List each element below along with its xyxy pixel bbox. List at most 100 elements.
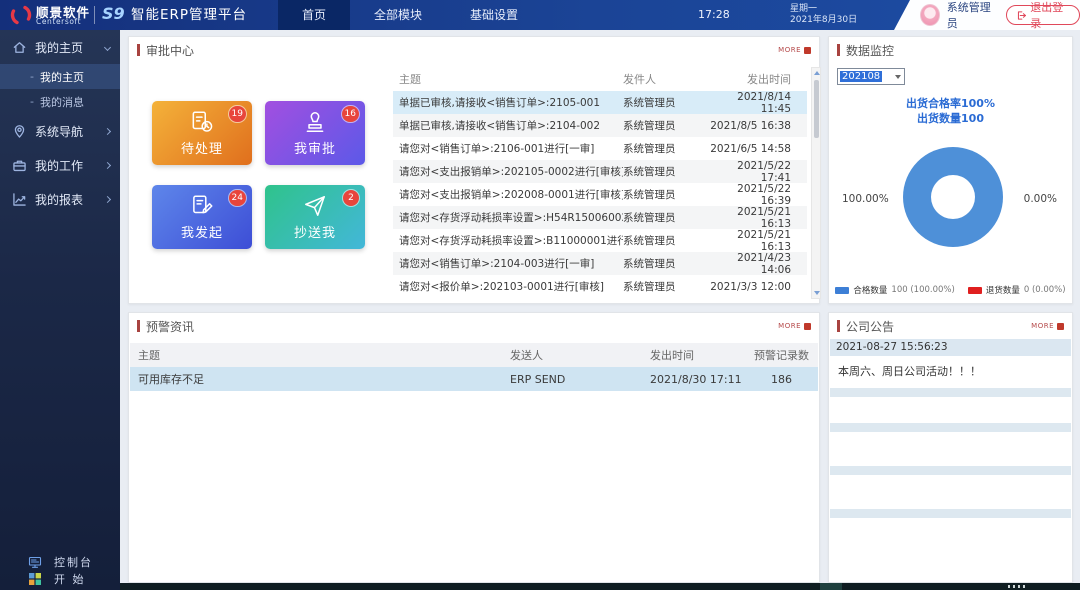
table-row[interactable]: 请您对<报价单>:202103-0001进行[审核] 系统管理员 2021/3/… bbox=[393, 275, 807, 298]
panel-title: 公司公告 bbox=[846, 318, 894, 335]
more-link[interactable]: MORE bbox=[778, 46, 811, 54]
tile-my-initiated[interactable]: 24 我发起 bbox=[152, 185, 252, 249]
home-icon bbox=[12, 40, 27, 55]
table-row[interactable]: 单据已审核,请接收<销售订单>:2104-002 系统管理员 2021/8/5 … bbox=[393, 114, 807, 137]
user-avatar[interactable] bbox=[920, 4, 940, 26]
tab-basic-settings[interactable]: 基础设置 bbox=[446, 0, 542, 30]
table-row[interactable]: 请您对<支出报销单>:202008-0001进行[审核] 系统管理员 2021/… bbox=[393, 183, 807, 206]
donut-hole bbox=[931, 175, 975, 219]
product-mark: S9 bbox=[102, 4, 125, 23]
scroll-up-icon[interactable] bbox=[814, 71, 820, 75]
legend-swatch-red bbox=[968, 287, 982, 294]
more-link[interactable]: MORE bbox=[778, 322, 811, 330]
pending-count-badge: 19 bbox=[229, 106, 246, 122]
announcement-datetime[interactable]: 2021-08-27 15:56:23 bbox=[830, 339, 1071, 356]
table-row[interactable]: 请您对<销售订单>:2104-003进行[一审] 系统管理员 2021/4/23… bbox=[393, 252, 807, 275]
my-approvals-count-badge: 16 bbox=[342, 106, 359, 122]
empty-row-band bbox=[830, 509, 1071, 518]
donut-right-label: 0.00% bbox=[1024, 193, 1057, 205]
sidebar: 我的主页 我的主页 我的消息 系统导航 我的工作 我的报表 控制台 bbox=[0, 30, 120, 590]
approval-table-header: 主题 发件人 发出时间 bbox=[393, 67, 807, 91]
announcement-panel: 公司公告 MORE 2021-08-27 15:56:23 本周六、周日公司活动… bbox=[828, 312, 1073, 583]
tile-cc-me[interactable]: 2 抄送我 bbox=[265, 185, 365, 249]
sidebar-item-my-reports[interactable]: 我的报表 bbox=[0, 182, 120, 216]
empty-row-band bbox=[830, 466, 1071, 475]
legend-item-return: 退货数量 0 (0.00%) bbox=[968, 284, 1066, 296]
shipment-qty-text: 出货数量100 bbox=[829, 110, 1072, 126]
logout-icon bbox=[1017, 10, 1027, 21]
logout-label: 退出登录 bbox=[1030, 0, 1069, 31]
more-link[interactable]: MORE bbox=[1031, 322, 1064, 330]
chevron-right-icon bbox=[104, 195, 111, 202]
main-nav: 首页 全部模块 基础设置 bbox=[278, 0, 542, 30]
approval-table: 主题 发件人 发出时间 单据已审核,请接收<销售订单>:2105-001 系统管… bbox=[393, 67, 807, 298]
title-accent-bar bbox=[137, 44, 140, 56]
user-area: 系统管理员 退出登录 bbox=[894, 0, 1080, 30]
table-row[interactable]: 请您对<存货浮动耗损率设置>:B11000001进行[审核] 系统管理员 202… bbox=[393, 229, 807, 252]
console-icon bbox=[28, 555, 42, 569]
company-logo-icon bbox=[10, 4, 32, 26]
date: 2021年8月30日 bbox=[790, 15, 857, 26]
tile-my-approvals[interactable]: 16 我审批 bbox=[265, 101, 365, 165]
date-block: 星期一 2021年8月30日 bbox=[790, 4, 857, 26]
table-row[interactable]: 可用库存不足 ERP SEND 2021/8/30 17:11 186 bbox=[130, 367, 818, 391]
scroll-down-icon[interactable] bbox=[814, 291, 820, 295]
panel-title: 审批中心 bbox=[146, 42, 194, 59]
title-accent-bar bbox=[837, 44, 840, 56]
alerts-table: 主题 发送人 发出时间 预警记录数 可用库存不足 ERP SEND 2021/8… bbox=[130, 343, 818, 391]
alerts-table-header: 主题 发送人 发出时间 预警记录数 bbox=[130, 343, 818, 367]
donut-left-label: 100.00% bbox=[842, 193, 889, 205]
more-icon bbox=[1057, 323, 1064, 330]
pass-rate-text: 出货合格率100% bbox=[829, 95, 1072, 111]
logout-button[interactable]: 退出登录 bbox=[1006, 5, 1080, 25]
sidebar-subitem-my-messages[interactable]: 我的消息 bbox=[0, 89, 120, 114]
console-button[interactable]: 控制台 bbox=[0, 553, 120, 570]
empty-row-band bbox=[830, 388, 1071, 397]
navigation-icon bbox=[12, 124, 27, 139]
chevron-down-icon bbox=[104, 43, 111, 50]
tab-home[interactable]: 首页 bbox=[278, 0, 350, 30]
announcement-header: 公司公告 MORE bbox=[829, 313, 1072, 339]
empty-row-band bbox=[830, 423, 1071, 432]
donut-chart bbox=[903, 147, 1003, 247]
briefcase-icon bbox=[12, 158, 27, 173]
table-row[interactable]: 请您对<支出报销单>:202105-0002进行[审核] 系统管理员 2021/… bbox=[393, 160, 807, 183]
start-button[interactable]: 开 始 bbox=[0, 570, 120, 587]
title-accent-bar bbox=[137, 320, 140, 332]
more-icon bbox=[804, 47, 811, 54]
period-select[interactable]: 202108 bbox=[837, 68, 905, 85]
my-initiated-count-badge: 24 bbox=[229, 190, 246, 206]
legend-item-pass: 合格数量 100 (100.00%) bbox=[835, 284, 954, 296]
title-accent-bar bbox=[837, 320, 840, 332]
panel-title: 预警资讯 bbox=[146, 318, 194, 335]
alerts-header: 预警资讯 MORE bbox=[129, 313, 819, 339]
weekday: 星期一 bbox=[790, 4, 857, 15]
scrollbar-thumb[interactable] bbox=[814, 80, 819, 138]
taskbar-segment bbox=[820, 583, 842, 590]
app-title: 智能ERP管理平台 bbox=[131, 0, 247, 30]
approval-center-panel: 审批中心 MORE 19 待处理 16 我审批 24 我发起 bbox=[128, 36, 820, 304]
taskbar-dots bbox=[1008, 585, 1026, 588]
select-chevron-icon bbox=[895, 75, 901, 79]
period-value: 202108 bbox=[840, 71, 882, 82]
table-row[interactable]: 请您对<存货浮动耗损率设置>:H54R15006002进行[审核] 系统管理员 … bbox=[393, 206, 807, 229]
top-bar: 顺景软件 Centersoft S9 智能ERP管理平台 首页 全部模块 基础设… bbox=[0, 0, 1080, 30]
alerts-panel: 预警资讯 MORE 主题 发送人 发出时间 预警记录数 可用库存不足 ERP S… bbox=[128, 312, 820, 583]
tile-pending[interactable]: 19 待处理 bbox=[152, 101, 252, 165]
chevron-right-icon bbox=[104, 161, 111, 168]
data-monitor-header: 数据监控 bbox=[829, 37, 1072, 63]
table-row[interactable]: 请您对<销售订单>:2106-001进行[一审] 系统管理员 2021/6/5 … bbox=[393, 137, 807, 160]
sidebar-item-my-home[interactable]: 我的主页 bbox=[0, 30, 120, 64]
sidebar-subitem-my-home[interactable]: 我的主页 bbox=[0, 64, 120, 89]
announcement-content: 本周六、周日公司活动！！！ bbox=[830, 356, 1071, 386]
sidebar-item-system-nav[interactable]: 系统导航 bbox=[0, 114, 120, 148]
more-icon bbox=[804, 323, 811, 330]
panel-title: 数据监控 bbox=[846, 42, 894, 59]
doc-edit-icon bbox=[189, 193, 215, 219]
main-content: 审批中心 MORE 19 待处理 16 我审批 24 我发起 bbox=[120, 30, 1080, 590]
tab-all-modules[interactable]: 全部模块 bbox=[350, 0, 446, 30]
data-monitor-panel: 数据监控 202108 出货合格率100% 出货数量100 100.00% 0.… bbox=[828, 36, 1073, 304]
table-scrollbar[interactable] bbox=[811, 67, 821, 299]
sidebar-item-my-work[interactable]: 我的工作 bbox=[0, 148, 120, 182]
table-row[interactable]: 单据已审核,请接收<销售订单>:2105-001 系统管理员 2021/8/14… bbox=[393, 91, 807, 114]
